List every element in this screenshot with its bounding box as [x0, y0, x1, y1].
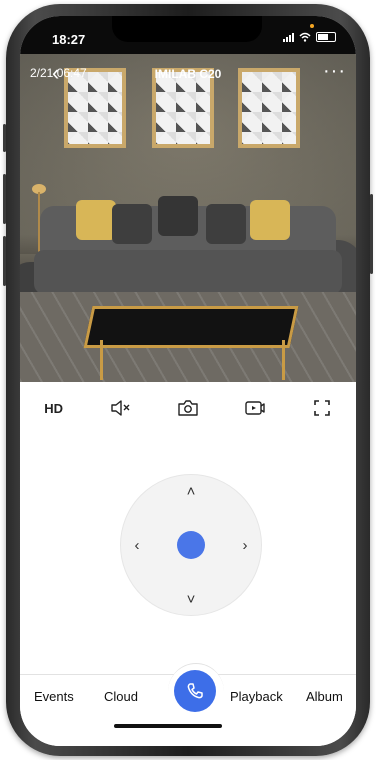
pillow — [76, 200, 116, 240]
volume-down-button — [3, 236, 6, 286]
battery-icon — [316, 32, 336, 42]
phone-icon — [187, 683, 203, 699]
cellular-signal-icon — [283, 32, 294, 42]
nav-playback[interactable]: Playback — [230, 689, 283, 704]
table-leg — [100, 340, 103, 380]
pan-up-chevron-icon[interactable]: ˄ — [179, 479, 203, 503]
pillow — [250, 200, 290, 240]
camera-snapshot-icon — [178, 400, 198, 416]
snapshot-button[interactable] — [168, 388, 208, 428]
camera-live-view[interactable] — [20, 54, 356, 382]
mute-button[interactable] — [101, 388, 141, 428]
hd-toggle-button[interactable]: HD — [34, 388, 74, 428]
dpad-center-button[interactable] — [177, 531, 205, 559]
fullscreen-button[interactable] — [302, 388, 342, 428]
table-leg — [282, 340, 285, 380]
sofa-seat — [34, 250, 342, 294]
call-button-ring — [168, 663, 224, 720]
status-bar: 18:27 — [20, 16, 356, 54]
bottom-navigation: Events Cloud Playback Album — [20, 663, 356, 746]
notch — [112, 16, 262, 42]
hd-label: HD — [44, 400, 63, 416]
record-button[interactable] — [235, 388, 275, 428]
pillow — [206, 204, 246, 244]
mute-switch — [3, 124, 6, 152]
more-options-icon[interactable]: ··· — [323, 60, 346, 83]
power-button — [370, 194, 373, 274]
nav-events[interactable]: Events — [34, 689, 74, 704]
pan-down-chevron-icon[interactable]: ˅ — [179, 587, 203, 611]
direction-pad[interactable]: ˄ ˅ ‹ › — [120, 474, 262, 616]
coffee-table — [83, 306, 299, 348]
pillow — [112, 204, 152, 244]
call-button[interactable] — [174, 670, 216, 712]
privacy-indicator — [310, 24, 314, 28]
wifi-icon — [299, 32, 311, 42]
home-indicator — [114, 724, 222, 728]
volume-up-button — [3, 174, 6, 224]
nav-cloud[interactable]: Cloud — [104, 689, 138, 704]
pan-right-chevron-icon[interactable]: › — [233, 533, 257, 557]
status-time: 18:27 — [52, 32, 86, 47]
fullscreen-icon — [314, 400, 331, 416]
phone-screen: 18:27 2/21 06:47 ‹ IMILAB C20 ··· HD ˄ ˅… — [20, 16, 356, 746]
ptz-control-area: ˄ ˅ ‹ › — [20, 434, 356, 676]
mute-icon — [111, 400, 130, 416]
pillow — [158, 196, 198, 236]
video-record-icon — [245, 401, 265, 415]
video-overlay-header: 2/21 06:47 ‹ IMILAB C20 ··· — [20, 58, 356, 90]
status-icons — [283, 32, 336, 42]
nav-album[interactable]: Album — [306, 689, 343, 704]
video-toolbar: HD — [20, 382, 356, 435]
pan-left-chevron-icon[interactable]: ‹ — [125, 533, 149, 557]
device-title: IMILAB C20 — [154, 67, 222, 81]
